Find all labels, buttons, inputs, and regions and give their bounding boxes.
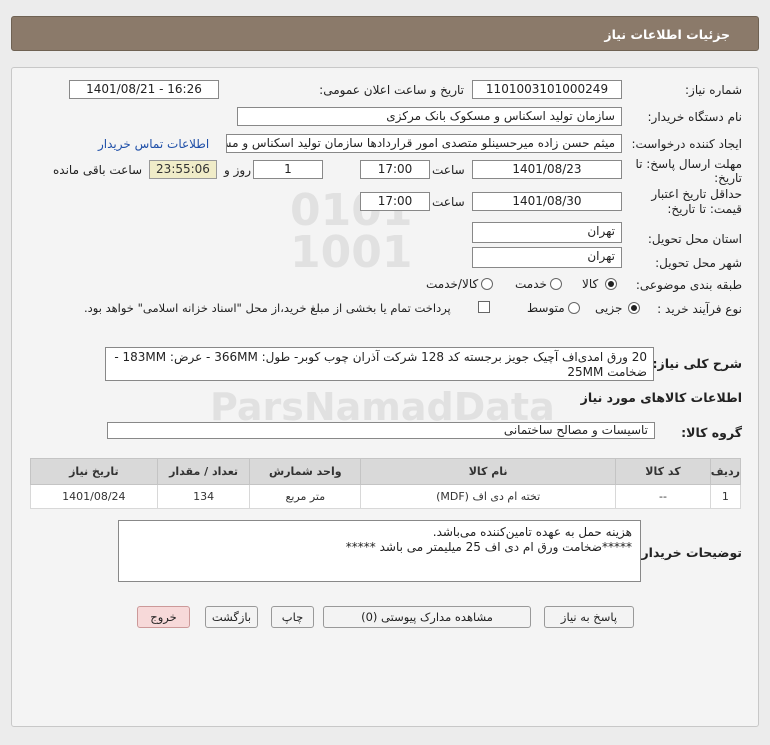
days-label: روز و bbox=[224, 163, 251, 177]
city-field: تهران bbox=[472, 247, 622, 268]
validity-time-field: 17:00 bbox=[360, 192, 430, 211]
purchase-type-label: نوع فرآیند خرید : bbox=[657, 302, 742, 316]
buyer-contact-link[interactable]: اطلاعات تماس خریدار bbox=[98, 137, 209, 151]
cell-row-number: 1 bbox=[709, 484, 742, 509]
deadline-time-label: ساعت bbox=[432, 163, 465, 177]
validity-date-field: 1401/08/30 bbox=[472, 192, 622, 211]
summary-label: شرح کلی نیاز: bbox=[652, 356, 742, 371]
buyer-org-label: نام دستگاه خریدار: bbox=[647, 110, 743, 124]
reply-button[interactable]: پاسخ به نیاز bbox=[544, 606, 634, 628]
goods-group-field: تاسیسات و مصالح ساختمانی bbox=[107, 422, 655, 439]
view-attachments-button[interactable]: مشاهده مدارک پیوستی (0) bbox=[323, 606, 531, 628]
summary-text: 20 ورق امدی‌اف آچیک جویز برجسته کد 128 ش… bbox=[114, 350, 647, 379]
validity-label-1: حداقل تاریخ اعتبار bbox=[651, 187, 742, 201]
col-header-need-date: تاریخ نیاز bbox=[30, 458, 158, 485]
validity-time-label: ساعت bbox=[432, 195, 465, 209]
category-radio-goods[interactable] bbox=[605, 278, 617, 290]
goods-table: ردیف کد کالا نام کالا واحد شمارش تعداد /… bbox=[30, 458, 742, 509]
remaining-timer: 23:55:06 bbox=[149, 160, 217, 179]
treasury-payment-note: پرداخت تمام یا بخشی از مبلغ خرید،از محل … bbox=[84, 301, 451, 315]
buyer-notes-label: توضیحات خریدار: bbox=[636, 545, 742, 560]
requester-field: میثم حسن زاده میرحسینلو متصدی امور قرارد… bbox=[226, 134, 622, 153]
table-header-row: ردیف کد کالا نام کالا واحد شمارش تعداد /… bbox=[30, 458, 742, 485]
cell-goods-name: تخته ام دی اف (MDF) bbox=[360, 484, 617, 509]
page-header: جزئیات اطلاعات نیاز bbox=[11, 16, 759, 51]
table-row[interactable]: 1 -- تخته ام دی اف (MDF) متر مربع 134 14… bbox=[30, 484, 742, 509]
announce-field: 1401/08/21 - 16:26 bbox=[69, 80, 219, 99]
need-number-field: 1101003101000249 bbox=[472, 80, 622, 99]
cell-goods-code: -- bbox=[615, 484, 711, 509]
cell-quantity: 134 bbox=[156, 484, 251, 509]
remaining-label: ساعت باقی مانده bbox=[53, 163, 143, 177]
requester-label: ایجاد کننده درخواست: bbox=[631, 137, 742, 151]
buyer-notes-line-2: *****ضخامت ورق ام دی اف 25 میلیمتر می با… bbox=[345, 540, 632, 554]
category-option-goods: کالا bbox=[582, 277, 599, 291]
category-radio-goods-service[interactable] bbox=[481, 278, 493, 290]
province-field: تهران bbox=[472, 222, 622, 243]
purchase-radio-medium[interactable] bbox=[568, 302, 580, 314]
page-title: جزئیات اطلاعات نیاز bbox=[604, 27, 730, 42]
back-button[interactable]: بازگشت bbox=[205, 606, 258, 628]
deadline-date-field: 1401/08/23 bbox=[472, 160, 622, 179]
buyer-notes-line-1: هزینه حمل به عهده تامین‌کننده می‌باشد. bbox=[432, 525, 632, 539]
cell-need-date: 1401/08/24 bbox=[30, 484, 158, 509]
deadline-label-1: مهلت ارسال پاسخ: تا bbox=[635, 157, 742, 171]
category-option-service: خدمت bbox=[515, 277, 547, 291]
need-number-label: شماره نیاز: bbox=[685, 83, 742, 97]
treasury-payment-checkbox[interactable] bbox=[478, 301, 490, 313]
deadline-label-2: تاریخ: bbox=[714, 171, 742, 185]
validity-label-2: قیمت: تا تاریخ: bbox=[667, 202, 742, 216]
col-header-goods-code: کد کالا bbox=[615, 458, 711, 485]
purchase-radio-minor[interactable] bbox=[628, 302, 640, 314]
col-header-quantity: تعداد / مقدار bbox=[156, 458, 251, 485]
announce-label: تاریخ و ساعت اعلان عمومی: bbox=[319, 83, 464, 97]
category-radio-service[interactable] bbox=[550, 278, 562, 290]
city-label: شهر محل تحویل: bbox=[655, 256, 742, 270]
days-field: 1 bbox=[253, 160, 323, 179]
exit-button[interactable]: خروج bbox=[137, 606, 190, 628]
buyer-notes-box: هزینه حمل به عهده تامین‌کننده می‌باشد. *… bbox=[118, 520, 641, 582]
buyer-org-field: سازمان تولید اسکناس و مسکوک بانک مرکزی bbox=[237, 107, 622, 126]
col-header-goods-name: نام کالا bbox=[360, 458, 617, 485]
category-option-goods-service: کالا/خدمت bbox=[426, 277, 479, 291]
col-header-row-number: ردیف bbox=[709, 458, 742, 485]
col-header-unit: واحد شمارش bbox=[249, 458, 362, 485]
goods-group-label: گروه کالا: bbox=[681, 425, 742, 440]
summary-box: 20 ورق امدی‌اف آچیک جویز برجسته کد 128 ش… bbox=[105, 347, 654, 381]
category-label: طبقه بندی موضوعی: bbox=[635, 278, 742, 292]
deadline-time-field: 17:00 bbox=[360, 160, 430, 179]
goods-info-title: اطلاعات کالاهای مورد نیاز bbox=[580, 390, 742, 405]
print-button[interactable]: چاپ bbox=[271, 606, 314, 628]
purchase-option-minor: جزیی bbox=[595, 301, 623, 315]
purchase-option-medium: متوسط bbox=[527, 301, 565, 315]
province-label: استان محل تحویل: bbox=[647, 232, 742, 246]
cell-unit: متر مربع bbox=[249, 484, 362, 509]
